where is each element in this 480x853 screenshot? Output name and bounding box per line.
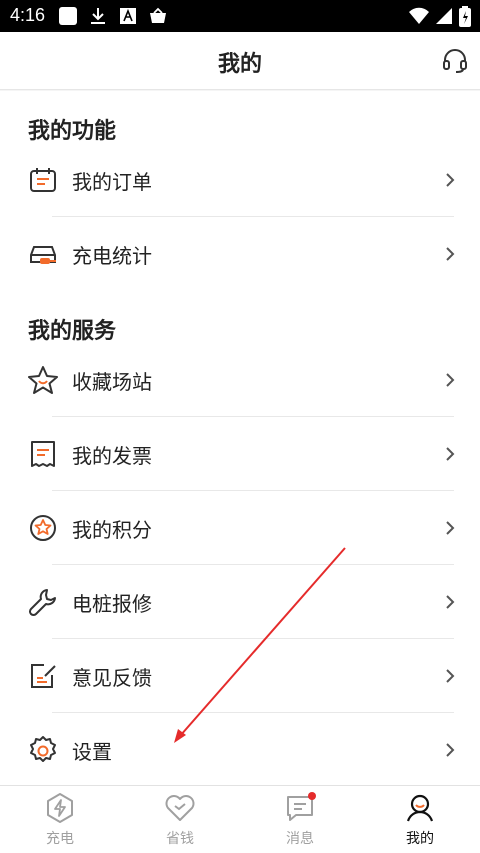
chevron-right-icon <box>446 521 455 535</box>
menu-item-label: 我的订单 <box>72 170 152 194</box>
section-title-functions: 我的功能 <box>28 119 117 144</box>
menu-item-invoice[interactable]: 我的发票 <box>0 417 480 491</box>
gear-icon <box>30 736 56 762</box>
page-header: 我的 <box>0 32 480 90</box>
page-title: 我的 <box>217 52 262 77</box>
headset-icon[interactable] <box>442 48 468 74</box>
tab-messages[interactable]: 消息 <box>240 786 360 853</box>
chevron-right-icon <box>446 173 455 187</box>
menu-item-points[interactable]: 我的积分 <box>0 491 480 565</box>
star-icon <box>28 366 58 394</box>
download-icon <box>91 8 105 24</box>
menu-item-orders[interactable]: 我的订单 <box>0 143 480 217</box>
heart-icon <box>165 795 195 821</box>
tab-label: 充电 <box>46 831 74 847</box>
unread-badge <box>308 792 316 800</box>
menu-item-label: 收藏场站 <box>72 370 152 394</box>
feedback-icon <box>31 664 56 688</box>
invoice-icon <box>31 441 55 467</box>
menu-item-charge-stats[interactable]: 充电统计 <box>0 217 480 291</box>
wrench-icon <box>28 589 56 617</box>
chevron-right-icon <box>446 447 455 461</box>
status-bar: 4:16 <box>0 0 480 32</box>
car-charge-icon <box>30 246 56 264</box>
menu-item-settings[interactable]: 设置 <box>0 713 480 787</box>
status-time: 4:16 <box>10 5 46 25</box>
tab-label: 消息 <box>286 831 314 847</box>
order-icon <box>30 168 56 192</box>
chevron-right-icon <box>446 595 455 609</box>
menu-item-label: 我的发票 <box>72 444 152 468</box>
bottom-tab-bar: 充电 省钱 消息 我的 <box>0 785 480 853</box>
tab-label: 省钱 <box>166 831 194 847</box>
battery-icon <box>459 6 471 27</box>
tab-save-money[interactable]: 省钱 <box>120 786 240 853</box>
menu-item-label: 充电统计 <box>72 244 152 268</box>
section-title-services: 我的服务 <box>28 319 117 344</box>
menu-item-label: 意见反馈 <box>72 666 152 690</box>
points-icon <box>30 515 56 541</box>
wifi-icon <box>409 7 429 24</box>
chevron-right-icon <box>446 373 455 387</box>
menu-item-label: 设置 <box>72 740 112 764</box>
menu-content: 我的功能 我的订单 充电统计 我的服务 收藏场站 我的发票 我的积分 电桩报修 … <box>0 91 480 785</box>
chevron-right-icon <box>446 247 455 261</box>
chevron-right-icon <box>446 743 455 757</box>
menu-item-label: 电桩报修 <box>72 592 152 616</box>
app-square-icon <box>59 7 77 25</box>
menu-item-favorites[interactable]: 收藏场站 <box>0 343 480 417</box>
chevron-right-icon <box>446 669 455 683</box>
tab-charge[interactable]: 充电 <box>0 786 120 853</box>
charge-icon <box>47 793 73 823</box>
tab-profile[interactable]: 我的 <box>360 786 480 853</box>
cell-signal-icon <box>436 8 452 24</box>
profile-icon <box>406 794 434 822</box>
tab-label: 我的 <box>406 831 434 847</box>
font-a-icon <box>120 8 136 24</box>
menu-item-label: 我的积分 <box>72 518 152 542</box>
menu-item-feedback[interactable]: 意见反馈 <box>0 639 480 713</box>
shop-bag-icon <box>150 7 166 23</box>
menu-item-repair[interactable]: 电桩报修 <box>0 565 480 639</box>
